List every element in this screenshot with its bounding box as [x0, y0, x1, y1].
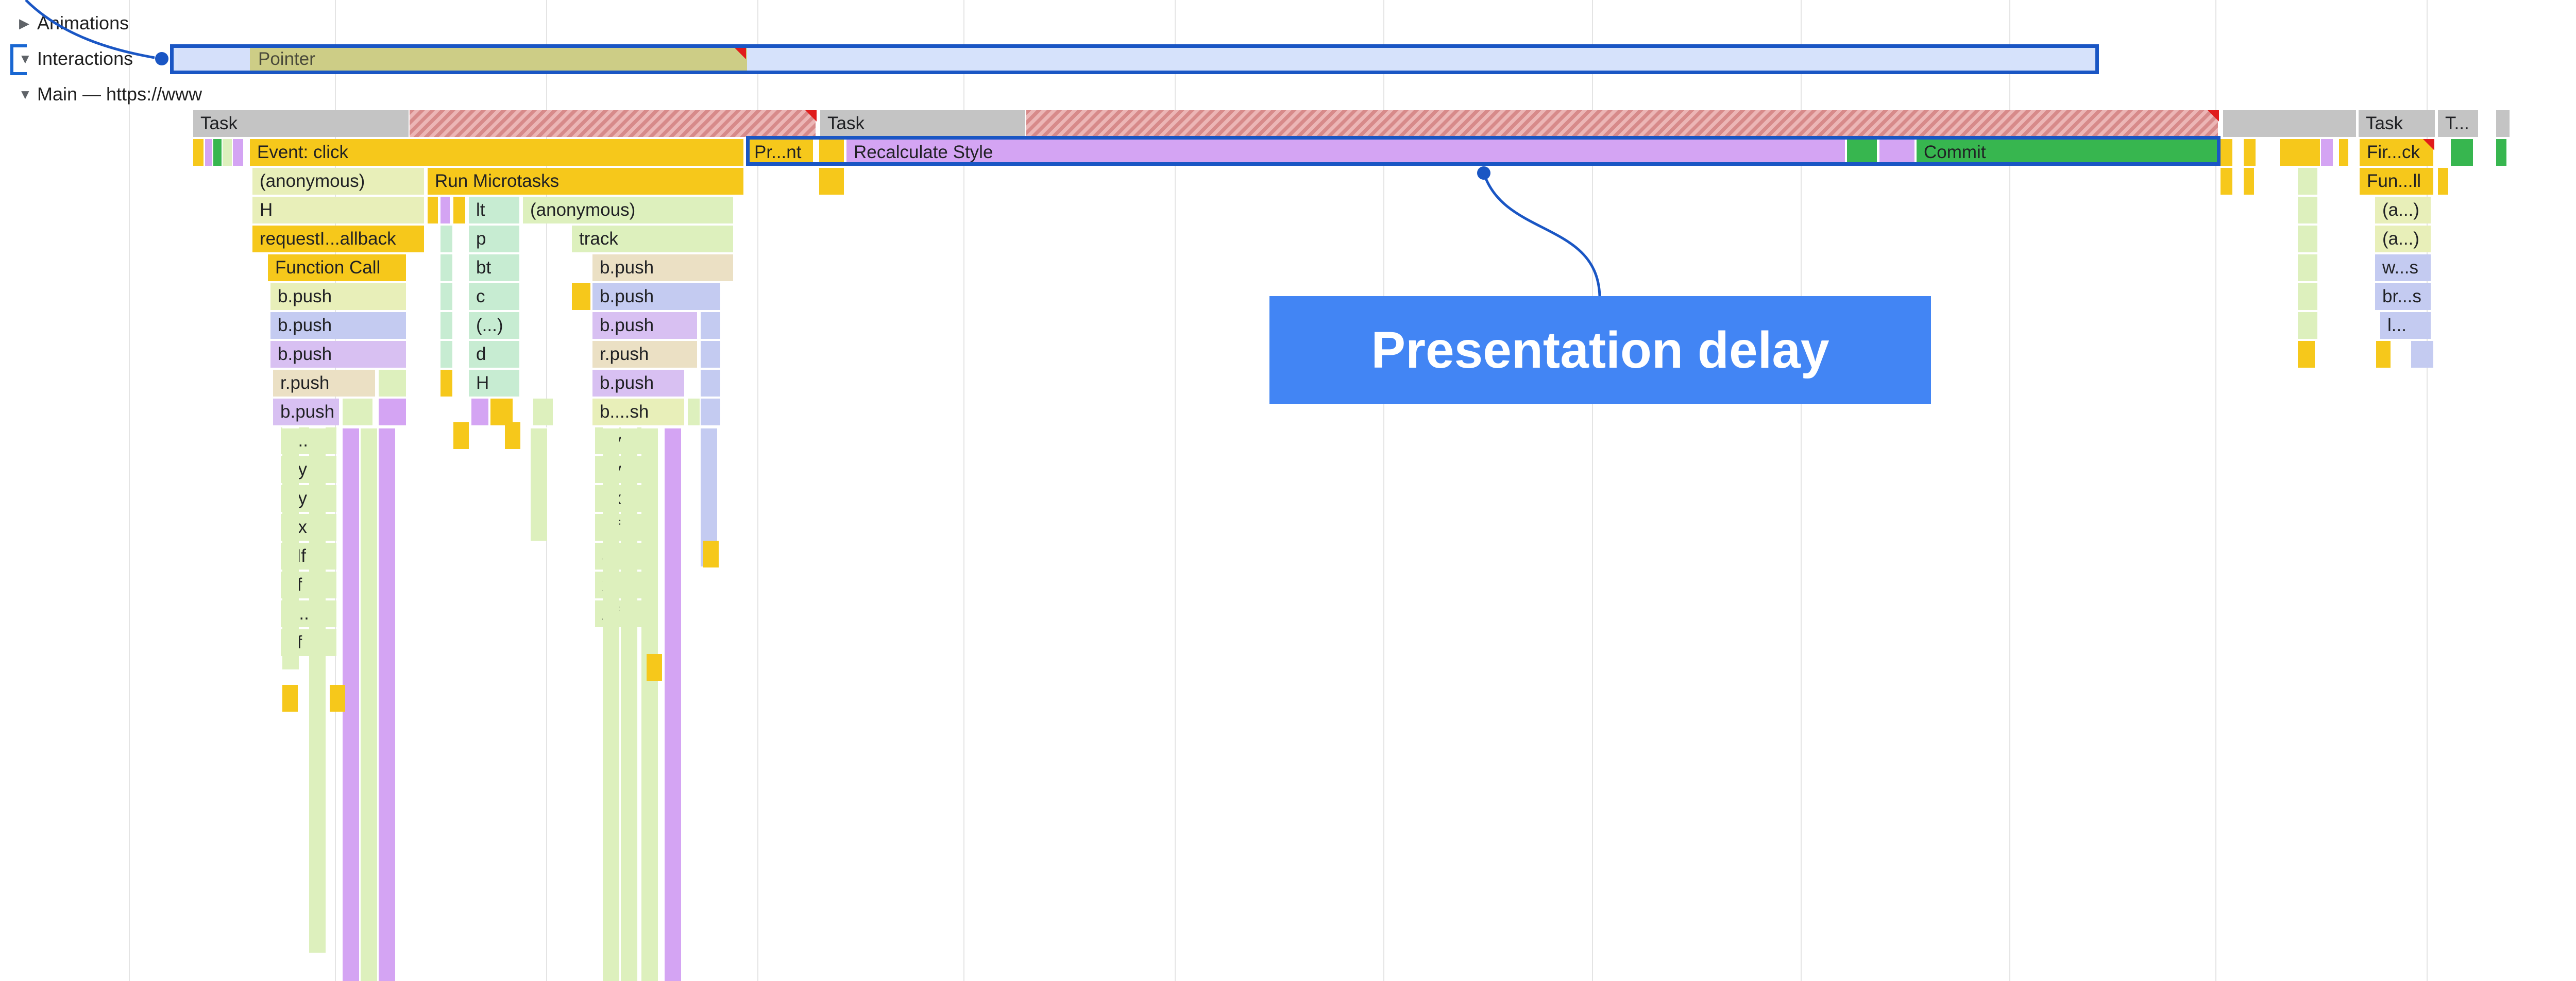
presentation-delay-callout: Presentation delay — [1269, 296, 1931, 404]
interaction-connector-dot — [155, 52, 168, 65]
presentation-delay-connector-dot — [1477, 166, 1490, 180]
presentation-delay-connector-line — [1482, 173, 1601, 297]
performance-panel: ▶ Animations ▼ Interactions ▼ Main — htt… — [0, 0, 2576, 981]
callout-connectors — [25, 0, 1601, 297]
presentation-delay-callout-label: Presentation delay — [1371, 321, 1829, 379]
interaction-connector-line — [25, 0, 155, 59]
